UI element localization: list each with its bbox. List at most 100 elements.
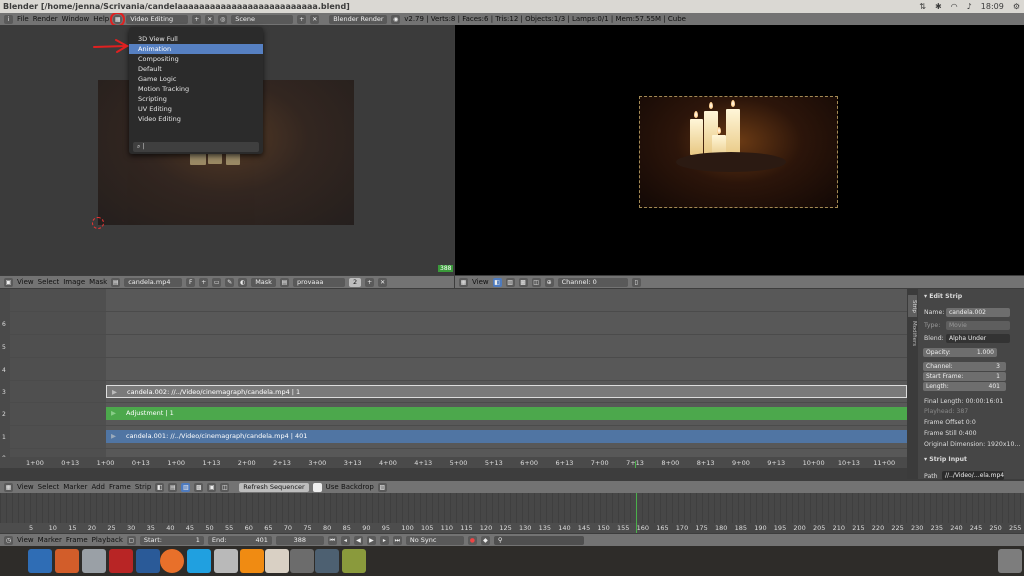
menu-item-motion-tracking[interactable]: Motion Tracking bbox=[129, 84, 263, 94]
menu-select[interactable]: Select bbox=[38, 483, 60, 491]
sequencer-preview[interactable] bbox=[455, 25, 1024, 275]
menu-render[interactable]: Render bbox=[33, 15, 58, 23]
preview-range-icon[interactable]: ▢ bbox=[126, 535, 136, 545]
keying-set-icon[interactable]: ◆ bbox=[480, 535, 490, 545]
menu-search-field[interactable]: ⌕ | bbox=[133, 142, 259, 152]
edit-strip-title[interactable]: ▾ Edit Strip bbox=[924, 293, 962, 300]
refresh-sequencer-button[interactable]: Refresh Sequencer bbox=[239, 482, 309, 492]
strip-adjustment[interactable]: ▶ Adjustment | 1 bbox=[106, 407, 907, 420]
menu-view[interactable]: View bbox=[17, 278, 34, 286]
menu-item-compositing[interactable]: Compositing bbox=[129, 54, 263, 64]
menu-playback[interactable]: Playback bbox=[92, 536, 123, 544]
menu-select[interactable]: Select bbox=[38, 278, 60, 286]
menu-frame[interactable]: Frame bbox=[66, 536, 88, 544]
menu-item-animation[interactable]: Animation bbox=[129, 44, 263, 54]
settings-gear-icon[interactable]: ⚙ bbox=[1013, 0, 1020, 13]
menu-strip[interactable]: Strip bbox=[135, 483, 151, 491]
sequencer-editor-type-icon[interactable]: ▦ bbox=[4, 482, 13, 492]
vlc-app-icon[interactable] bbox=[240, 549, 264, 573]
menu-file[interactable]: File bbox=[17, 15, 29, 23]
screenshot-app-icon[interactable] bbox=[290, 549, 314, 573]
sequencer-strips-area[interactable]: 6 5 4 3 2 1 0 ▶ candela.002: //../Video/… bbox=[0, 289, 907, 468]
screen-layout-field[interactable]: Video Editing bbox=[126, 14, 189, 24]
current-frame-field[interactable]: 388 bbox=[275, 535, 324, 545]
software-app-icon[interactable] bbox=[82, 549, 106, 573]
menu-add[interactable]: Add bbox=[91, 483, 105, 491]
jump-start-icon[interactable]: ⏮ bbox=[327, 535, 337, 545]
checker-icon[interactable]: ▩ bbox=[518, 277, 528, 287]
menu-marker[interactable]: Marker bbox=[38, 536, 62, 544]
skype-app-icon[interactable] bbox=[187, 549, 211, 573]
menu-frame[interactable]: Frame bbox=[109, 483, 131, 491]
sequencer-editor-type-icon[interactable]: ▦ bbox=[459, 277, 468, 287]
preview-icon[interactable]: ▣ bbox=[207, 482, 217, 492]
menu-view[interactable]: View bbox=[17, 483, 34, 491]
menu-item-video-editing[interactable]: Video Editing bbox=[129, 114, 263, 124]
image-name-field[interactable]: candela.mp4 bbox=[124, 277, 183, 287]
timeline-editor-type-icon[interactable]: ◷ bbox=[4, 535, 13, 545]
scene-field[interactable]: Scene bbox=[231, 14, 294, 24]
length-field[interactable]: Length: 401 bbox=[923, 382, 1006, 391]
bluetooth-icon[interactable]: ✱ bbox=[935, 0, 942, 13]
image-browse-icon[interactable]: ▤ bbox=[111, 277, 121, 287]
fake-user-button[interactable]: F bbox=[186, 277, 196, 287]
sync-mode-select[interactable]: No Sync bbox=[405, 535, 464, 545]
opacity-field[interactable]: Opacity: 1.000 bbox=[923, 348, 997, 357]
sequencer-view-icon[interactable]: ▥ bbox=[181, 482, 191, 492]
menu-item-3d-view-full[interactable]: 3D View Full bbox=[129, 34, 263, 44]
overlay-icon[interactable]: ▩ bbox=[194, 482, 204, 492]
volume-icon[interactable]: ♪ bbox=[967, 0, 972, 13]
menu-item-uv-editing[interactable]: UV Editing bbox=[129, 104, 263, 114]
strip-candela-001[interactable]: ▶ candela.001: //../Video/cinemagraph/ca… bbox=[106, 430, 907, 443]
blender-app-icon[interactable] bbox=[315, 549, 339, 573]
document-viewer-app-icon[interactable] bbox=[265, 549, 289, 573]
both-icon[interactable]: ◫ bbox=[220, 482, 230, 492]
channel-field[interactable]: Channel: 0 bbox=[557, 277, 628, 287]
tab-modifiers[interactable]: Modifiers bbox=[908, 319, 917, 349]
timeline-area[interactable]: 5 10 15 20 25 30 35 40 45 50 55 60 65 70 75 80 85 90 95 100… bbox=[0, 493, 1024, 533]
mode-icon[interactable]: ◐ bbox=[238, 277, 248, 287]
menu-item-game-logic[interactable]: Game Logic bbox=[129, 74, 263, 84]
pin-icon[interactable]: ✎ bbox=[225, 277, 235, 287]
image-editor-type-icon[interactable]: ▣ bbox=[4, 277, 13, 287]
files-app-icon[interactable] bbox=[28, 549, 52, 573]
menu-window[interactable]: Window bbox=[62, 15, 90, 23]
screen-layout-icon[interactable]: ▦ bbox=[110, 13, 126, 25]
path-field[interactable]: //../Video/…ela.mp4 bbox=[942, 471, 1004, 480]
menu-image[interactable]: Image bbox=[63, 278, 85, 286]
menu-view[interactable]: View bbox=[472, 278, 489, 286]
zoom-icon[interactable]: ⊕ bbox=[544, 277, 554, 287]
menu-view[interactable]: View bbox=[17, 536, 34, 544]
playhead[interactable] bbox=[635, 461, 636, 468]
menu-help[interactable]: Help bbox=[93, 15, 109, 23]
use-backdrop-checkbox[interactable] bbox=[312, 482, 322, 492]
menu-marker[interactable]: Marker bbox=[63, 483, 87, 491]
tab-strip[interactable]: Strip bbox=[908, 295, 917, 317]
start-frame-field[interactable]: Start: 1 bbox=[139, 535, 204, 545]
sequencer-ruler[interactable]: 1+00 0+13 1+00 0+13 1+00 1+13 2+00 2+13 3+00 3+13… bbox=[0, 457, 907, 468]
info-editor-icon[interactable]: i bbox=[4, 14, 13, 24]
jump-end-icon[interactable]: ⏭ bbox=[392, 535, 402, 545]
menu-item-scripting[interactable]: Scripting bbox=[129, 94, 263, 104]
mask-browse-icon[interactable]: ▤ bbox=[279, 277, 289, 287]
delete-mask-icon[interactable]: ✕ bbox=[378, 277, 388, 287]
strip-input-title[interactable]: ▾ Strip Input bbox=[924, 456, 967, 463]
strip-name-field[interactable]: candela.002 bbox=[946, 308, 1010, 317]
play-icon[interactable]: ▶ bbox=[366, 535, 376, 545]
start-frame-field[interactable]: Start Frame: 1 bbox=[923, 372, 1006, 381]
next-key-icon[interactable]: ▸ bbox=[379, 535, 389, 545]
add-layout-icon[interactable]: + bbox=[192, 14, 202, 24]
keying-set-field[interactable]: ⚲ bbox=[493, 535, 584, 545]
paint-app-icon[interactable] bbox=[342, 549, 366, 573]
menu-item-default[interactable]: Default bbox=[129, 64, 263, 74]
render-engine-select[interactable]: Blender Render bbox=[329, 14, 388, 24]
3d-cursor-icon[interactable] bbox=[92, 217, 104, 229]
wifi-icon[interactable]: ◠ bbox=[951, 0, 958, 13]
blend-mode-select[interactable]: Alpha Under bbox=[946, 334, 1010, 343]
display-mode-icon[interactable]: ▥ bbox=[505, 277, 515, 287]
strip-candela-002[interactable]: ▶ candela.002: //../Video/cinemagraph/ca… bbox=[106, 385, 907, 398]
open-image-icon[interactable]: ▭ bbox=[212, 277, 222, 287]
add-scene-icon[interactable]: + bbox=[297, 14, 307, 24]
menu-mask[interactable]: Mask bbox=[89, 278, 107, 286]
lock-icon[interactable]: ▯ bbox=[631, 277, 641, 287]
